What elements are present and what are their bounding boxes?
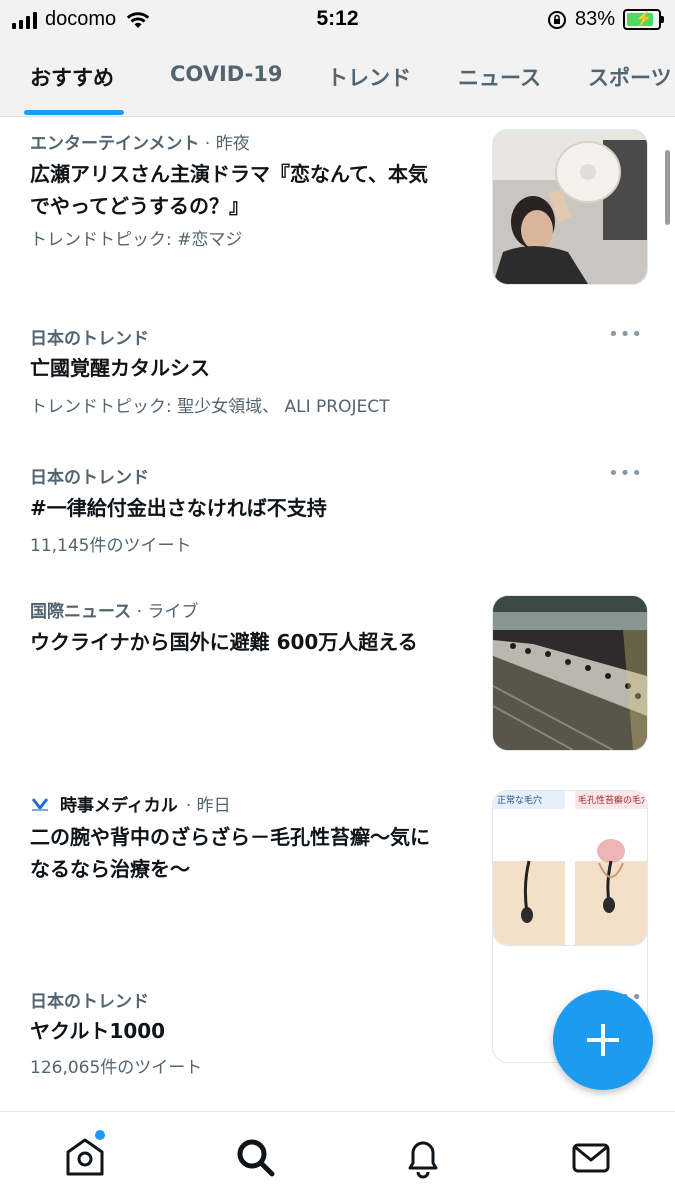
trend-title-line: 広瀬アリスさん主演ドラマ『恋なんて、本気 [30,162,428,186]
trend-time: · ライブ [136,602,199,622]
tab-trends[interactable]: トレンド [327,62,411,92]
trend-item[interactable]: 日本のトレンド ••• #一律給付金出さなければ不支持 11,145件のツイート [0,442,675,582]
trend-meta: 日本のトレンド [30,324,149,349]
trend-category: 日本のトレンド [30,329,149,349]
tab-sports[interactable]: スポーツ [588,62,672,92]
trend-category: 日本のトレンド [30,992,149,1012]
compose-tweet-button[interactable] [553,990,653,1090]
news-title: 二の腕や背中のざらざら－毛孔性苔癬～気に なるなら治療を～ [30,821,430,885]
news-time: · 昨日 [185,796,231,816]
plus-icon [587,1024,619,1056]
trend-title: ヤクルト1000 [30,1019,166,1043]
drama-scene-image [493,130,647,284]
trend-item[interactable]: エンターテインメント · 昨夜 広瀬アリスさん主演ドラマ『恋なんて、本気 でやっ… [0,117,675,302]
status-bar: docomo 5:12 83% ⚡ [0,0,675,40]
tab-news[interactable]: ニュース [458,62,541,92]
orientation-lock-icon [547,10,566,29]
trend-category: 日本のトレンド [30,468,149,488]
home-icon[interactable] [62,1134,108,1180]
trend-subtitle: 11,145件のツイート [30,536,192,556]
trend-category: エンターテインメント [30,134,200,154]
news-title-line: 二の腕や背中のざらざら－毛孔性苔癬～気に [30,825,430,849]
trend-title: ウクライナから国外に避難 600万人超える [30,630,418,654]
bell-icon[interactable] [400,1134,446,1180]
skin-illustration-thumbnail[interactable]: 正常な毛穴 毛孔性苔癬の毛穴 [492,790,648,946]
trend-title: 亡國覚醒カタルシス [30,356,210,380]
explore-tabs: おすすめ COVID-19 トレンド ニュース スポーツ [0,40,675,117]
news-meta: 時事メディカル · 昨日 [30,791,231,816]
news-title-line: なるなら治療を～ [30,857,190,881]
tab-covid19[interactable]: COVID-19 [170,62,283,86]
thumb-label-pilaris: 毛孔性苔癬の毛穴 [578,796,648,806]
battery-icon: ⚡ [623,9,664,30]
trend-title-line: でやってどうするの？』 [30,194,249,218]
trend-subtitle: トレンドトピック: 聖少女領域、 ALI PROJECT [30,397,390,417]
skin-pore-illustration [493,791,647,945]
trend-subtitle: トレンドトピック: #恋マジ [30,230,243,250]
trend-item[interactable]: 国際ニュース · ライブ ウクライナから国外に避難 600万人超える [0,582,675,767]
trend-time: · 昨夜 [204,134,250,154]
jiji-medical-logo [31,797,49,811]
news-source: 時事メディカル [60,796,178,816]
trend-meta: 日本のトレンド [30,463,149,488]
search-icon[interactable] [232,1134,278,1180]
trend-title: #一律給付金出さなければ不支持 [30,496,327,520]
battery-percent: 83% [574,8,615,30]
trend-thumbnail[interactable] [492,129,648,285]
trend-thumbnail[interactable] [492,595,648,751]
scrollbar[interactable] [665,150,670,225]
more-options-icon[interactable]: ••• [608,324,643,345]
trend-meta: 日本のトレンド [30,987,149,1012]
trend-meta: 国際ニュース · ライブ [30,597,198,622]
trend-category: 国際ニュース [30,602,132,622]
status-right: 83% ⚡ [547,8,664,31]
mail-icon[interactable] [568,1134,614,1180]
trend-subtitle: 126,065件のツイート [30,1058,203,1078]
trend-title: 広瀬アリスさん主演ドラマ『恋なんて、本気 でやってどうするの？』 [30,158,428,222]
thumb-label-normal: 正常な毛穴 [497,796,543,806]
more-options-icon[interactable]: ••• [608,463,643,484]
train-station-image [493,596,647,750]
trend-item[interactable]: 日本のトレンド ••• 亡國覚醒カタルシス トレンドトピック: 聖少女領域、 A… [0,302,675,442]
trend-meta: エンターテインメント · 昨夜 [30,129,250,154]
active-tab-indicator [24,110,124,115]
bottom-navigation [0,1111,675,1201]
tab-recommended[interactable]: おすすめ [30,62,114,92]
notification-badge-dot [95,1130,105,1140]
